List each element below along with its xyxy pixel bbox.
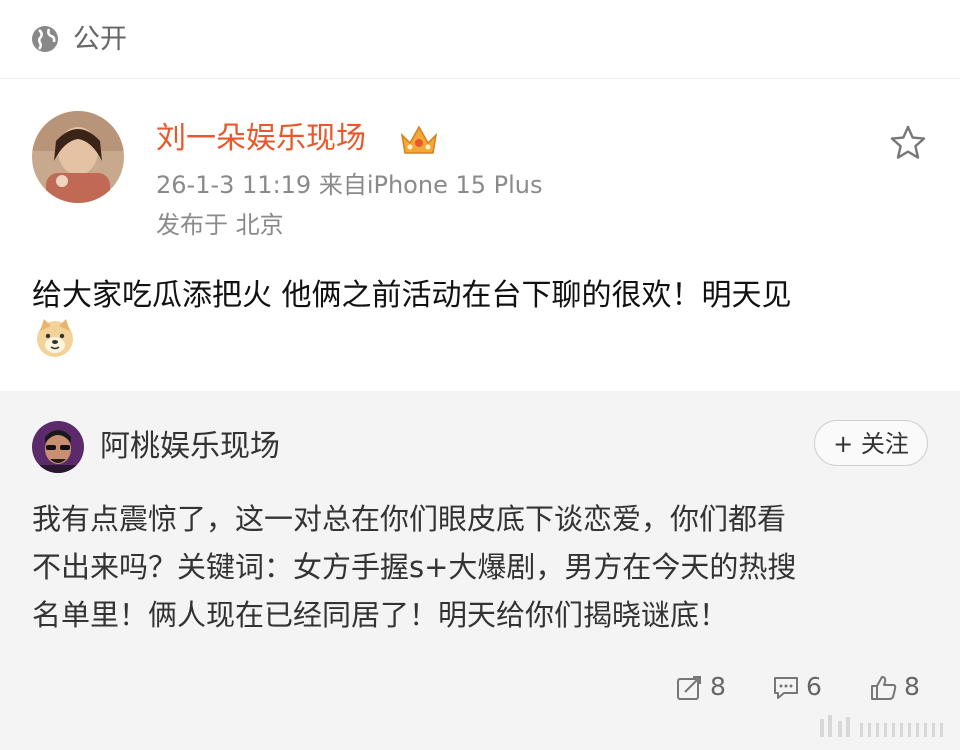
post-author-name[interactable]: 刘一朵娱乐现场 (156, 119, 366, 159)
watermark-logo (820, 715, 943, 737)
comment-action[interactable]: 6 (772, 669, 822, 705)
visibility-label: 公开 (73, 24, 127, 55)
post-location: 发布于 北京 (156, 211, 284, 239)
favorite-star-icon[interactable] (888, 123, 928, 163)
repost-author-name[interactable]: 阿桃娱乐现场 (100, 427, 280, 467)
post-text: 给大家吃瓜添把火 他俩之前活动在台下聊的很欢！明天见 (32, 278, 792, 313)
author-avatar[interactable] (32, 111, 124, 203)
repost-action[interactable]: 8 (676, 669, 726, 705)
post-meta: 26-1-3 11:19 来自iPhone 15 Plus (156, 171, 543, 199)
comment-icon (774, 677, 798, 699)
repost-text-line: 名单里！俩人现在已经同居了！明天给你们揭晓谜底！ (32, 598, 729, 632)
repost-count: 8 (710, 672, 726, 701)
like-action[interactable]: 8 (870, 669, 920, 705)
repost-text-line: 我有点震惊了，这一对总在你们眼皮底下谈恋爱，你们都看 (32, 502, 787, 536)
like-count: 8 (904, 672, 920, 701)
repost-share-icon (677, 676, 701, 700)
globe-icon (32, 26, 58, 52)
comment-count: 6 (806, 672, 822, 701)
repost-text: 我有点震惊了，这一对总在你们眼皮底下谈恋爱，你们都看 不出来吗？关键词：女方手握… (32, 495, 932, 639)
thumbs-up-icon (871, 676, 897, 700)
follow-button[interactable]: + 关注 (814, 420, 928, 466)
weibo-post: 刘一朵娱乐现场 26-1-3 11:19 来自iPhone 15 Plus 发布… (0, 79, 960, 391)
reposted-original[interactable]: 阿桃娱乐现场 + 关注 我有点震惊了，这一对总在你们眼皮底下谈恋爱，你们都看 不… (0, 391, 960, 750)
repost-text-line: 不出来吗？关键词：女方手握s+大爆剧，男方在今天的热搜 (32, 550, 797, 584)
visibility-bar: 公开 (0, 0, 960, 79)
repost-author-avatar[interactable] (32, 421, 84, 473)
doge-emoji-icon (37, 319, 73, 357)
crown-badge-icon (400, 125, 438, 154)
